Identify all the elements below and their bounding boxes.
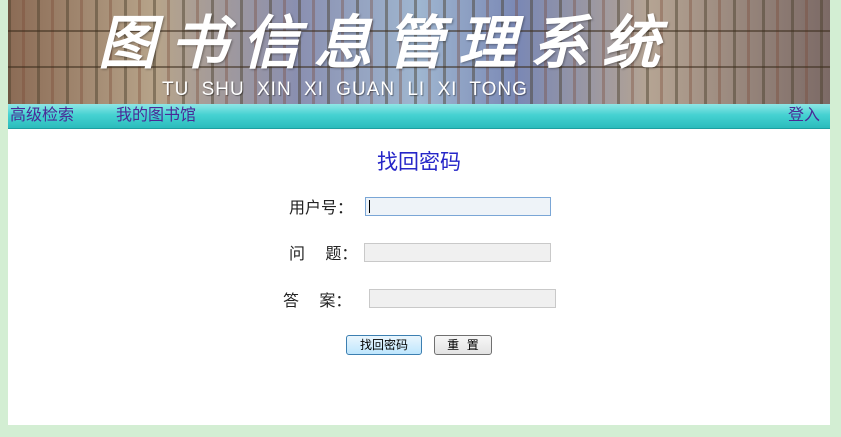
header-banner: 图书信息管理系统 TU SHU XIN XI GUAN LI XI TONG: [8, 0, 830, 104]
answer-label: 答 案：: [283, 291, 352, 310]
nav-advanced-search[interactable]: 高级检索: [10, 105, 74, 125]
banner-title: 图书信息管理系统: [98, 9, 675, 77]
form-title: 找回密码: [377, 150, 461, 174]
answer-input[interactable]: [369, 289, 556, 308]
question-input[interactable]: [364, 243, 551, 262]
page-frame: 图书信息管理系统 TU SHU XIN XI GUAN LI XI TONG 高…: [8, 0, 830, 425]
retrieve-password-button[interactable]: 找回密码: [346, 335, 422, 355]
banner-subtitle: TU SHU XIN XI GUAN LI XI TONG: [162, 79, 528, 100]
text-caret: [369, 200, 370, 213]
user-id-label: 用户号：: [289, 198, 354, 217]
nav-bar: 高级检索 我的图书馆 登入: [8, 104, 830, 129]
question-label: 问 题：: [289, 244, 358, 263]
user-id-input[interactable]: [365, 197, 551, 216]
nav-login[interactable]: 登入: [788, 105, 820, 125]
nav-my-library[interactable]: 我的图书馆: [116, 105, 196, 125]
reset-button[interactable]: 重 置: [434, 335, 492, 355]
